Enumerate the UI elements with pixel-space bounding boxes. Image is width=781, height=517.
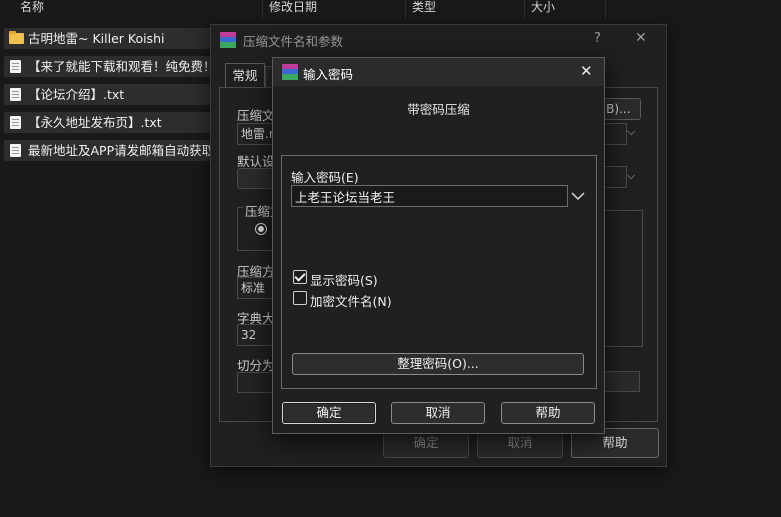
password-input[interactable]: 上老王论坛当老王 [291,185,568,207]
column-header-modified[interactable]: 修改日期 [263,0,406,19]
file-name: 【论坛介绍】.txt [28,87,125,102]
split-volumes-field[interactable] [237,372,273,393]
file-name: 古明地雷~ Killer Koishi [28,31,165,46]
checkbox-box [293,291,307,305]
enter-password-dialog: 输入密码 ✕ 带密码压缩 输入密码(E) 上老王论坛当老王 显示密码(S) 加密… [272,57,605,434]
dialog-title: 输入密码 [303,67,354,82]
column-header-size[interactable]: 大小 [525,0,606,19]
profiles-button[interactable] [237,168,273,189]
column-header-label: 名称 [20,0,45,14]
dialog-heading: 带密码压缩 [407,102,470,117]
file-name: 【永久地址发布页】.txt [28,115,162,130]
update-mode-combo-tail[interactable] [604,166,627,188]
close-icon[interactable]: ✕ [580,62,593,80]
show-password-label: 显示密码(S) [310,273,378,288]
encrypt-file-names-label: 加密文件名(N) [310,294,392,309]
organize-passwords-button[interactable]: 整理密码(O)... [292,353,584,375]
tab-general[interactable]: 常规 [225,63,265,88]
text-file-icon [10,144,21,157]
archive-name-combo-tail[interactable] [604,123,627,145]
encrypt-file-names-checkbox[interactable]: 加密文件名(N) [291,290,451,309]
text-file-icon [10,88,21,101]
column-header-type[interactable]: 类型 [406,0,525,19]
list-item[interactable]: 【永久地址发布页】.txt [4,112,214,133]
ok-button[interactable]: 确定 [282,402,376,424]
column-header-name[interactable]: 名称 [0,0,263,19]
list-item[interactable]: 古明地雷~ Killer Koishi [4,28,214,49]
format-rar-radio[interactable] [255,223,267,235]
checkbox-box [293,270,307,284]
set-password-button[interactable] [604,371,640,392]
dialog-title: 压缩文件名和参数 [243,34,344,49]
password-history-dropdown[interactable] [569,186,587,206]
dictionary-size-select[interactable]: 32 [237,324,274,346]
text-file-icon [10,116,21,129]
winrar-icon [220,32,236,48]
text-file-icon [10,60,21,73]
help-title-button[interactable]: ? [594,31,601,46]
title-bar: 输入密码 ✕ [273,58,604,86]
list-item[interactable]: 【论坛介绍】.txt [4,84,214,105]
help-button[interactable]: 帮助 [501,402,595,424]
folder-icon [9,31,24,44]
column-header-label: 类型 [412,0,437,14]
check-icon [294,270,306,282]
chevron-down-icon [571,192,585,201]
close-icon[interactable]: ✕ [635,30,647,46]
chevron-down-icon[interactable]: ⌵ [627,169,635,183]
compression-method-select[interactable]: 标准 [237,277,274,299]
column-header-label: 修改日期 [269,0,318,14]
list-item[interactable]: 最新地址及APP请发邮箱自动获取！ [4,140,214,161]
file-name: 【来了就能下载和观看！纯免费！ [28,59,214,74]
show-password-checkbox[interactable]: 显示密码(S) [291,269,451,288]
file-name: 最新地址及APP请发邮箱自动获取！ [28,143,214,158]
winrar-icon [282,64,298,80]
archive-name-label: 压缩文 [237,108,275,123]
chevron-down-icon[interactable]: ⌵ [627,125,635,139]
column-header-label: 大小 [531,0,556,14]
list-item[interactable]: 【来了就能下载和观看！纯免费！ [4,56,214,77]
password-label: 输入密码(E) [291,170,359,185]
cancel-button[interactable]: 取消 [391,402,485,424]
password-input-value: 上老王论坛当老王 [295,190,396,205]
